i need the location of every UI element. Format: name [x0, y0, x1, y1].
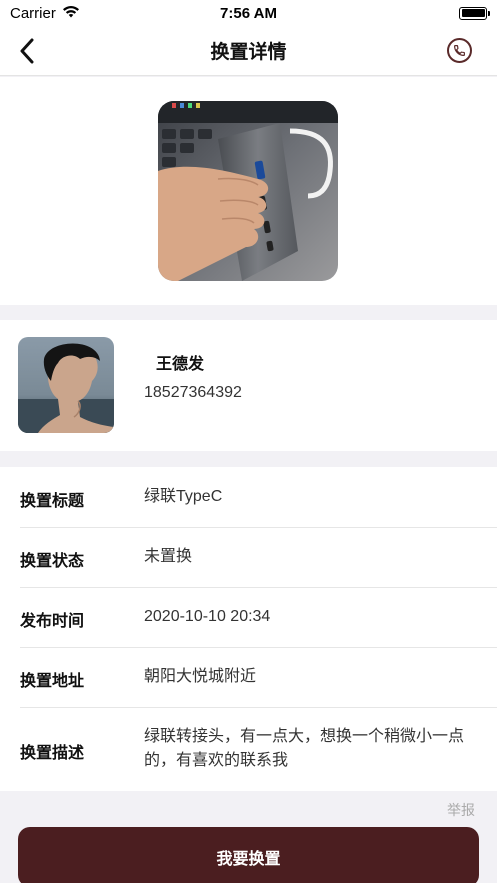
report-link[interactable]: 举报 [447, 800, 475, 820]
navigation-bar: 换置详情 [0, 26, 497, 76]
chevron-left-icon [20, 38, 34, 64]
status-bar: Carrier 7:56 AM [0, 0, 497, 26]
carrier-label: Carrier [10, 4, 56, 22]
product-image[interactable] [158, 101, 338, 281]
detail-label: 换置标题 [20, 493, 85, 510]
detail-row-title: 换置标题 绿联TypeC [0, 467, 497, 527]
avatar[interactable] [18, 337, 114, 433]
swap-button[interactable]: 我要换置 [18, 827, 479, 883]
detail-value: 朝阳大悦城附近 [144, 668, 257, 685]
back-button[interactable] [10, 34, 44, 68]
detail-row-time: 发布时间 2020-10-10 20:34 [0, 587, 497, 647]
detail-value: 绿联TypeC [144, 488, 223, 505]
user-name: 王德发 [156, 356, 205, 373]
detail-row-description: 换置描述 绿联转接头，有一点大，想换一个稍微小一点的，有喜欢的联系我 [0, 707, 497, 791]
detail-label: 换置描述 [20, 745, 85, 762]
user-phone: 18527364392 [144, 384, 242, 401]
detail-label: 发布时间 [20, 613, 85, 630]
status-left: Carrier [10, 5, 80, 22]
detail-label: 换置状态 [20, 553, 85, 570]
page-title: 换置详情 [210, 42, 287, 63]
battery-icon [459, 6, 490, 20]
detail-label: 换置地址 [20, 673, 85, 690]
wifi-icon [62, 5, 80, 22]
detail-value: 绿联转接头，有一点大，想换一个稍微小一点的，有喜欢的联系我 [144, 728, 465, 769]
details-list: 换置标题 绿联TypeC 换置状态 未置换 发布时间 2020-10-10 20… [0, 467, 497, 791]
detail-row-status: 换置状态 未置换 [0, 527, 497, 587]
detail-value: 未置换 [144, 548, 193, 565]
product-section [0, 77, 497, 305]
call-button[interactable] [447, 38, 472, 63]
user-card: 王德发 18527364392 [0, 320, 497, 451]
phone-icon [454, 45, 465, 56]
detail-value: 2020-10-10 20:34 [144, 608, 271, 625]
detail-row-address: 换置地址 朝阳大悦城附近 [0, 647, 497, 707]
